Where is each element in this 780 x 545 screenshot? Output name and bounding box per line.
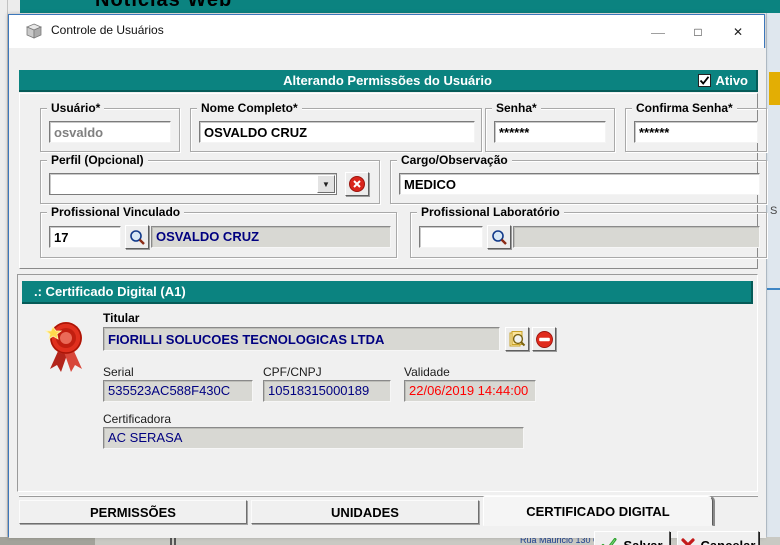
background-statusbar-segment [0, 537, 95, 545]
green-check-icon [601, 538, 617, 545]
magnifier-icon [129, 229, 146, 246]
profissional-laboratorio-codigo-input[interactable] [419, 226, 483, 248]
confirma-senha-input[interactable] [634, 121, 758, 143]
cpf-cnpj-field: 10518315000189 [263, 380, 391, 402]
check-icon [699, 75, 710, 86]
validade-label: Validade [404, 365, 450, 379]
user-fields-panel: Usuário* Nome Completo* Senha* Confirma … [19, 93, 758, 269]
background-gold-block [769, 72, 780, 105]
background-right-panel: S [766, 13, 780, 537]
chevron-down-icon[interactable]: ▼ [317, 175, 335, 193]
certificate-ribbon-icon [40, 319, 92, 373]
group-cargo: Cargo/Observação [390, 160, 767, 204]
profissional-vinculado-codigo-input[interactable] [49, 226, 121, 248]
app-icon [26, 23, 42, 39]
cpf-cnpj-label: CPF/CNPJ [263, 365, 322, 379]
certificado-section-header: .: Certificado Digital (A1) [22, 281, 753, 304]
background-banner-text: Notícias Web [95, 0, 232, 12]
senha-label: Senha* [492, 101, 541, 115]
group-confirma-senha: Confirma Senha* [625, 108, 767, 152]
perfil-label: Perfil (Opcional) [47, 153, 148, 167]
close-button[interactable]: ✕ [718, 15, 758, 48]
group-profissional-vinculado: Profissional Vinculado OSVALDO CRUZ [40, 212, 397, 258]
window-controls: — □ ✕ [638, 15, 758, 48]
tab-certificado-digital[interactable]: CERTIFICADO DIGITAL [483, 496, 713, 526]
senha-input[interactable] [494, 121, 606, 143]
certificadora-label: Certificadora [103, 412, 171, 426]
perfil-combobox[interactable]: ▼ [49, 173, 337, 195]
nome-completo-input[interactable] [199, 121, 475, 143]
group-usuario: Usuário* [40, 108, 180, 152]
buscar-profissional-laboratorio-button[interactable] [487, 225, 511, 249]
desktop-background: Notícias Web S Rua Mauricio 130 Centro P… [0, 0, 780, 545]
search-certificate-icon [508, 330, 526, 348]
background-statusbar-ticks [170, 537, 176, 545]
profissional-laboratorio-label: Profissional Laboratório [417, 205, 564, 219]
cancelar-button[interactable]: Cancelar [677, 531, 759, 545]
maximize-button[interactable]: □ [678, 15, 718, 48]
group-senha: Senha* [485, 108, 615, 152]
group-profissional-laboratorio: Profissional Laboratório [410, 212, 767, 258]
ativo-label: Ativo [716, 73, 749, 88]
red-x-icon [681, 538, 695, 545]
buscar-profissional-vinculado-button[interactable] [125, 225, 149, 249]
profissional-laboratorio-nome-field [513, 226, 760, 248]
serial-field: 535523AC588F430C [103, 380, 253, 402]
salvar-button[interactable]: Salvar [594, 531, 670, 545]
tab-unidades[interactable]: UNIDADES [251, 500, 479, 524]
form-header-bar: Alterando Permissões do Usuário Ativo [19, 70, 758, 92]
titular-label: Titular [103, 311, 139, 325]
group-nome-completo: Nome Completo* [190, 108, 482, 152]
clear-perfil-button[interactable] [345, 172, 369, 196]
serial-label: Serial [103, 365, 134, 379]
remover-certificado-button[interactable] [532, 327, 556, 351]
background-letter: S [770, 205, 777, 217]
certificadora-field: AC SERASA [103, 427, 524, 449]
profissional-vinculado-nome-field: OSVALDO CRUZ [151, 226, 391, 248]
red-x-circle-icon [349, 176, 365, 192]
dialog-client-area: Alterando Permissões do Usuário Ativo Us… [9, 48, 766, 538]
ativo-control: Ativo [698, 73, 749, 88]
remove-block-icon [536, 331, 553, 348]
minimize-button[interactable]: — [638, 15, 678, 48]
usuario-label: Usuário* [47, 101, 104, 115]
ativo-checkbox[interactable] [698, 74, 711, 87]
window-titlebar[interactable]: Controle de Usuários — □ ✕ [9, 15, 764, 48]
cargo-label: Cargo/Observação [397, 153, 512, 167]
form-header-title: Alterando Permissões do Usuário [19, 73, 756, 88]
certificado-digital-panel: .: Certificado Digital (A1) Titular FIOR… [17, 274, 758, 492]
window-title: Controle de Usuários [51, 23, 164, 37]
profissional-vinculado-label: Profissional Vinculado [47, 205, 184, 219]
background-app-titlebar: Notícias Web [20, 0, 780, 13]
background-left-strip [0, 0, 8, 545]
procurar-certificado-button[interactable] [505, 327, 529, 351]
certificado-section-title: .: Certificado Digital (A1) [22, 284, 186, 299]
tab-permissoes[interactable]: PERMISSÕES [19, 500, 247, 524]
background-divider-line [767, 288, 780, 290]
cargo-input[interactable] [399, 173, 760, 195]
controle-usuarios-window: Controle de Usuários — □ ✕ Alterando Per… [8, 14, 765, 537]
usuario-input[interactable] [49, 121, 171, 143]
titular-field: FIORILLI SOLUCOES TECNOLOGICAS LTDA [103, 327, 500, 351]
magnifier-icon [491, 229, 508, 246]
group-perfil: Perfil (Opcional) ▼ [40, 160, 380, 204]
confirma-senha-label: Confirma Senha* [632, 101, 737, 115]
nome-completo-label: Nome Completo* [197, 101, 302, 115]
validade-field: 22/06/2019 14:44:00 [404, 380, 536, 402]
